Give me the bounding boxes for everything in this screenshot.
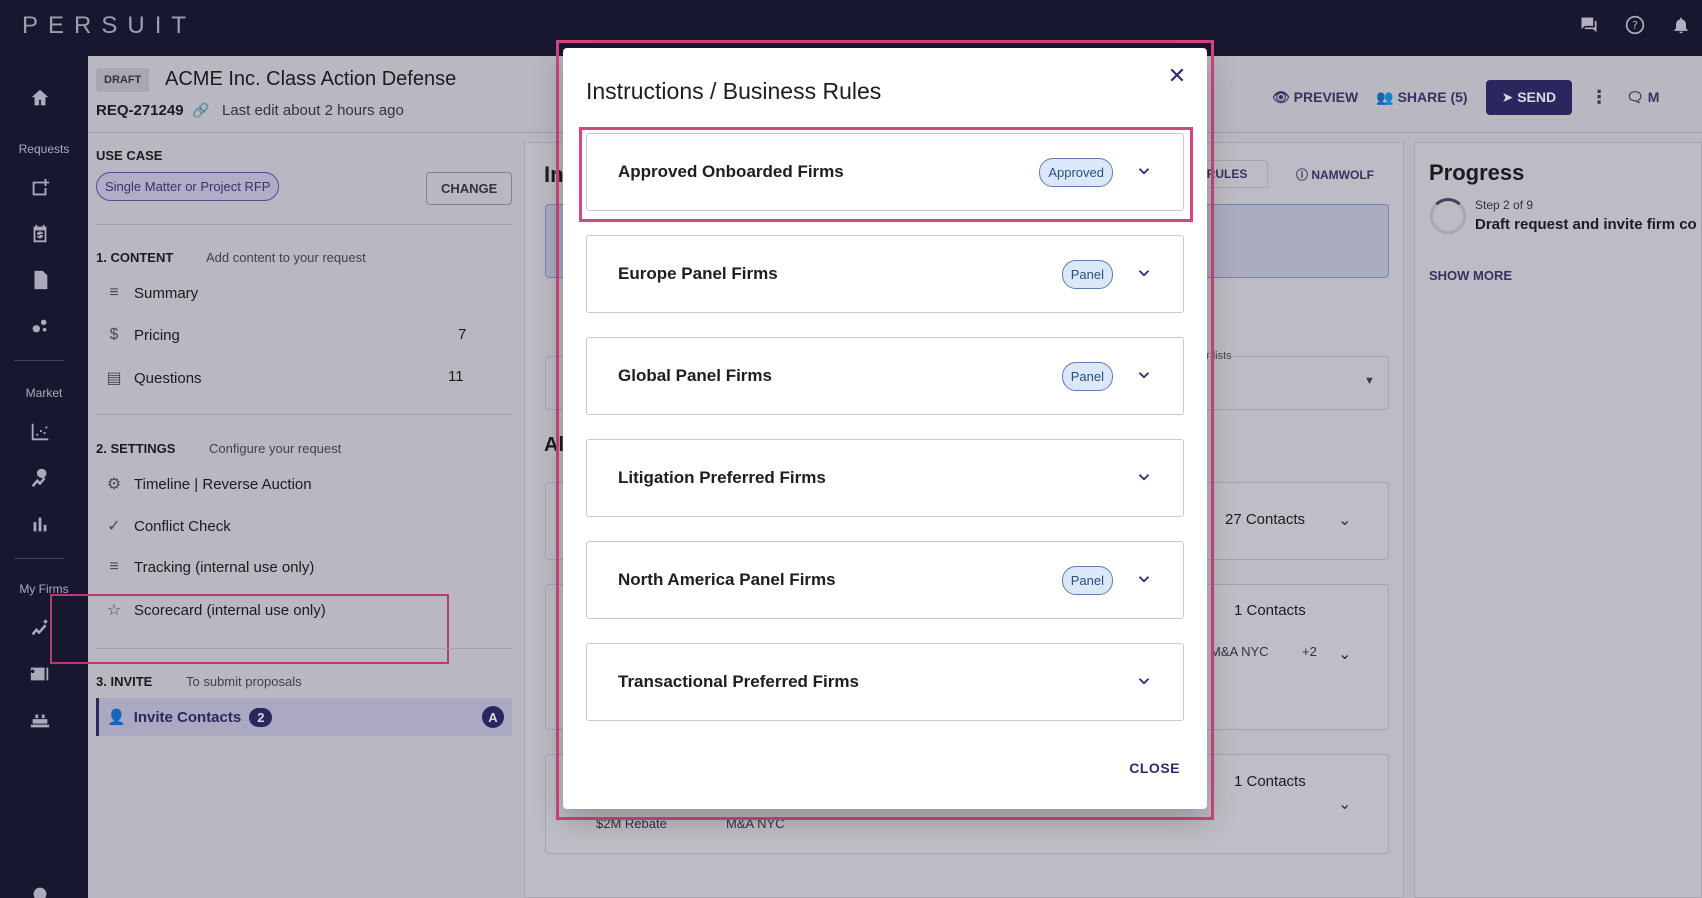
rule-name: Global Panel Firms	[618, 366, 772, 385]
rule-name: Transactional Preferred Firms	[618, 672, 859, 691]
rule-row-transactional-preferred[interactable]: Transactional Preferred Firms	[586, 643, 1184, 721]
row-highlight	[579, 127, 1193, 222]
rule-badge: Panel	[1061, 260, 1113, 289]
rule-badge: Panel	[1061, 566, 1113, 595]
rule-row-north-america-panel[interactable]: North America Panel Firms Panel	[586, 541, 1184, 619]
rule-row-europe-panel[interactable]: Europe Panel Firms Panel	[586, 235, 1184, 313]
chevron-down-icon[interactable]	[1135, 264, 1153, 282]
rule-name: Europe Panel Firms	[618, 264, 778, 283]
rule-badge: Panel	[1061, 362, 1113, 391]
rule-row-global-panel[interactable]: Global Panel Firms Panel	[586, 337, 1184, 415]
rule-name: North America Panel Firms	[618, 570, 836, 589]
dialog-title: Instructions / Business Rules	[586, 78, 882, 104]
chevron-down-icon[interactable]	[1135, 468, 1153, 486]
rule-row-litigation-preferred[interactable]: Litigation Preferred Firms	[586, 439, 1184, 517]
chevron-down-icon[interactable]	[1135, 366, 1153, 384]
close-icon[interactable]: ✕	[1163, 62, 1191, 90]
close-button[interactable]: CLOSE	[1129, 760, 1180, 776]
chevron-down-icon[interactable]	[1135, 672, 1153, 690]
rule-name: Litigation Preferred Firms	[618, 468, 826, 487]
chevron-down-icon[interactable]	[1135, 570, 1153, 588]
business-rules-dialog: Instructions / Business Rules ✕ Approved…	[563, 48, 1207, 809]
